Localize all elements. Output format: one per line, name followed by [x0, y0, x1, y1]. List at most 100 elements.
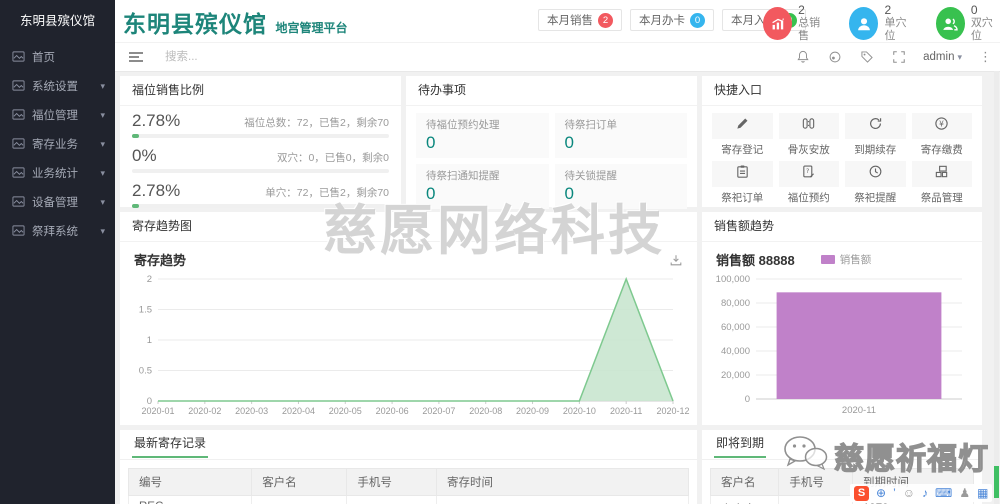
mic-icon[interactable]: ♪	[922, 484, 928, 502]
tab-expiring[interactable]: 即将到期	[714, 430, 767, 458]
payment-icon: ¥	[934, 116, 949, 136]
header: 东明县殡仪馆 地宫管理平台 本月销售 2 本月办卡 0 本月入住 0	[115, 0, 1000, 43]
svg-text:80,000: 80,000	[721, 298, 750, 309]
ratio-percent: 2.78%	[132, 111, 181, 130]
sidebar-item-niche-management[interactable]: 福位管理	[0, 100, 115, 129]
ratio-percent: 2.78%	[132, 181, 181, 200]
svg-text:100,000: 100,000	[716, 274, 750, 285]
ime-mode-icon[interactable]: ⊕	[876, 484, 886, 502]
svg-text:2: 2	[147, 274, 152, 285]
svg-text:0.5: 0.5	[139, 366, 152, 377]
app-icon	[12, 224, 25, 237]
sidebar-item-system-settings[interactable]: 系统设置	[0, 71, 115, 100]
ratio-percent: 0%	[132, 146, 157, 165]
chevron-down-icon	[100, 109, 105, 121]
order-icon	[735, 164, 750, 184]
bell-icon[interactable]	[795, 50, 810, 65]
table-row: REG-186420201114144615 哈吉斯 2020-11-14 14…	[127, 495, 690, 504]
search-input[interactable]	[163, 50, 357, 64]
sidebar-item-label: 寄存业务	[32, 138, 78, 151]
user-menu[interactable]: admin	[923, 51, 962, 63]
todo-card-sweep-orders[interactable]: 待祭扫订单 0	[554, 113, 687, 158]
page-title: 东明县殡仪馆	[123, 12, 267, 37]
sidebar-item-label: 设备管理	[32, 196, 78, 209]
chevron-down-icon	[957, 51, 962, 63]
reminder-icon	[868, 164, 883, 184]
panel-tab-header: 最新寄存记录	[120, 430, 697, 460]
panel-tab-header: 即将到期	[702, 430, 982, 460]
todo-card-niche-booking[interactable]: 待福位预约处理 0	[416, 113, 549, 158]
more-icon[interactable]	[979, 49, 992, 65]
month-sales-button[interactable]: 本月销售 2	[538, 9, 622, 31]
scrollbar-thumb[interactable]	[994, 466, 999, 498]
quick-entry-label: 到期续存	[854, 144, 897, 156]
sales-trend-chart: 0 20,000 40,000 60,000 80,000 100,000 2020-11	[710, 271, 974, 421]
sidebar-item-label: 业务统计	[32, 167, 78, 180]
todo-value: 0	[564, 133, 574, 152]
cell-phone	[346, 495, 437, 504]
sidebar-item-worship-system[interactable]: 祭拜系统	[0, 216, 115, 245]
sidebar-item-device-management[interactable]: 设备管理	[0, 187, 115, 216]
quick-entry-label: 寄存登记	[721, 144, 764, 156]
quick-entry-sacrifice-reminder[interactable]: 祭祀提醒	[845, 161, 906, 205]
ime-punct-icon[interactable]: ’	[893, 484, 896, 502]
panel-title: 待办事项	[406, 76, 697, 106]
stat-value: 2	[798, 3, 805, 17]
quick-entry-label: 祭祀订单	[721, 192, 764, 204]
todo-label: 待祭扫订单	[564, 119, 618, 131]
svg-text:2020-02: 2020-02	[188, 406, 221, 416]
quick-entry-register[interactable]: 寄存登记	[712, 113, 773, 157]
toolbar: admin	[115, 43, 1000, 72]
svg-text:2020-10: 2020-10	[563, 406, 596, 416]
sidebar-item-storage-business[interactable]: 寄存业务	[0, 129, 115, 158]
sales-ratio-panel: 福位销售比例 2.78% 福位总数：72，已售2，剩余70 0% 双穴：0，已售…	[120, 76, 401, 208]
quick-entry-niche-booking[interactable]: ? 福位预约	[778, 161, 839, 205]
pencil-icon	[735, 116, 750, 136]
quick-entry-ash-placement[interactable]: 骨灰安放	[778, 113, 839, 157]
badge-label: 本月办卡	[639, 15, 685, 27]
svg-text:2020-08: 2020-08	[469, 406, 502, 416]
month-cards-button[interactable]: 本月办卡 0	[630, 9, 714, 31]
download-icon[interactable]	[668, 252, 683, 267]
tab-latest-records[interactable]: 最新寄存记录	[132, 430, 209, 458]
quick-entry-grid: 寄存登记 骨灰安放 到期续存 ¥ 寄存缴费 祭祀订单 ? 福位预约 祭祀提醒 祭…	[702, 106, 982, 212]
todo-card-lock-reminders[interactable]: 待关锁提醒 0	[554, 164, 687, 209]
collapse-menu-icon[interactable]	[129, 50, 143, 64]
storage-trend-chart: 0 0.5 1 1.5 2 2020-01 2020-02 2020-03 2020-04 202…	[128, 271, 690, 421]
chevron-down-icon	[100, 80, 105, 92]
quick-entry-panel: 快捷入口 寄存登记 骨灰安放 到期续存 ¥ 寄存缴费 祭祀订单 ? 福位预约 祭…	[702, 76, 982, 207]
sidebar-item-label: 首页	[32, 51, 55, 64]
sidebar: 东明县殡仪馆 首页 系统设置 福位管理 寄存业务	[0, 0, 115, 504]
dashboard-page: 东明县殡仪馆 首页 系统设置 福位管理 寄存业务	[0, 0, 1000, 504]
cell-customer-name: 上官童	[709, 495, 780, 504]
col-header: 客户名	[709, 468, 780, 496]
booking-icon: ?	[801, 164, 816, 184]
scrollbar-track[interactable]	[994, 71, 999, 504]
tag-icon[interactable]	[859, 50, 874, 65]
todo-card-sweep-notices[interactable]: 待祭扫通知提醒 0	[416, 164, 549, 209]
badge-count: 0	[690, 12, 705, 28]
toolbox-icon[interactable]: ▦	[977, 484, 988, 502]
cell-customer-name: 哈吉斯	[251, 495, 348, 504]
quick-entry-label: 骨灰安放	[787, 144, 830, 156]
quick-entry-offerings[interactable]: 祭品管理	[911, 161, 972, 205]
todo-value: 0	[426, 184, 436, 203]
svg-text:2020-05: 2020-05	[329, 406, 362, 416]
quick-entry-sacrifice-order[interactable]: 祭祀订单	[712, 161, 773, 205]
theme-icon[interactable]	[827, 50, 842, 65]
fullscreen-icon[interactable]	[891, 50, 906, 65]
svg-text:60,000: 60,000	[721, 322, 750, 333]
sidebar-item-label: 系统设置	[32, 80, 78, 93]
emoji-icon[interactable]: ☺	[903, 484, 915, 502]
sogou-icon[interactable]: S	[854, 485, 869, 501]
badge-count: 2	[598, 12, 613, 28]
stat-text: 2 总销售	[798, 4, 827, 43]
quick-entry-renewal[interactable]: 到期续存	[845, 113, 906, 157]
sidebar-item-business-statistics[interactable]: 业务统计	[0, 158, 115, 187]
keyboard-icon[interactable]: ⌨	[935, 484, 952, 502]
skin-icon[interactable]: ♟	[959, 484, 970, 502]
quick-entry-payment[interactable]: ¥ 寄存缴费	[911, 113, 972, 157]
sidebar-item-home[interactable]: 首页	[0, 42, 115, 71]
svg-text:2020-12: 2020-12	[656, 406, 689, 416]
brand: 东明县殡仪馆 地宫管理平台	[123, 5, 347, 39]
